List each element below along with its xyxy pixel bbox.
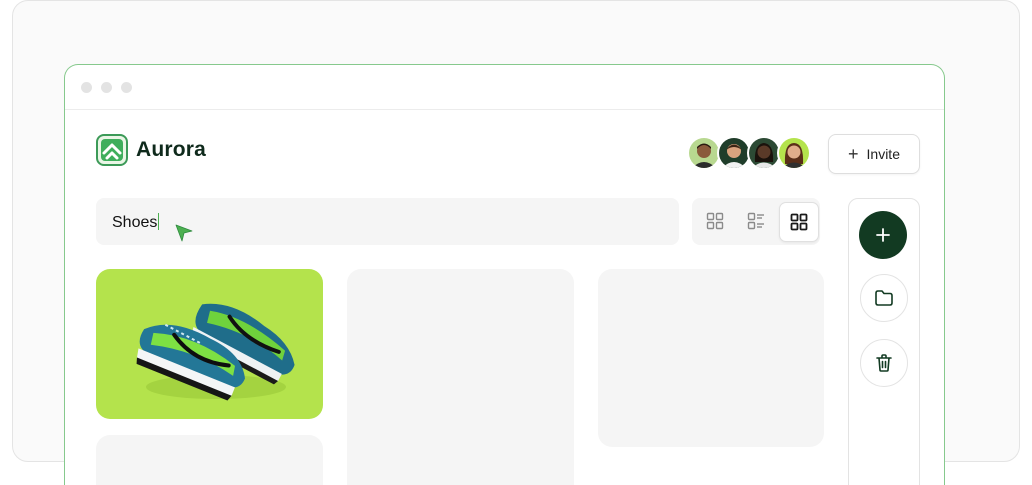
avatar[interactable] — [747, 136, 781, 170]
view-grid-small-button[interactable] — [696, 202, 734, 240]
avatar[interactable] — [777, 136, 811, 170]
placeholder-card[interactable] — [96, 435, 323, 485]
app-name: Aurora — [136, 138, 207, 161]
view-list-button[interactable] — [737, 202, 775, 240]
view-grid-large-button[interactable] — [779, 202, 819, 242]
sneakers-image — [136, 303, 295, 401]
product-card-shoes[interactable] — [96, 269, 323, 419]
folder-button[interactable] — [860, 274, 908, 322]
trash-button[interactable] — [860, 339, 908, 387]
window-dot-minimize[interactable] — [101, 82, 112, 93]
invite-button[interactable]: + Invite — [828, 134, 920, 174]
add-button[interactable] — [859, 211, 907, 259]
plus-icon — [876, 228, 890, 242]
text-caret — [158, 213, 160, 230]
avatar[interactable] — [717, 136, 751, 170]
action-sidebar — [848, 198, 920, 485]
avatar[interactable] — [687, 136, 721, 170]
placeholder-card[interactable] — [347, 269, 574, 485]
grid-small-icon — [706, 212, 724, 230]
view-toggle — [692, 198, 820, 245]
collaborator-avatars[interactable] — [687, 136, 811, 170]
plus-icon: + — [848, 144, 859, 164]
placeholder-card[interactable] — [598, 269, 824, 447]
trash-icon — [876, 354, 892, 372]
aurora-logo-icon — [96, 134, 128, 166]
grid-large-icon — [790, 213, 808, 231]
search-input[interactable]: Shoes — [96, 198, 679, 245]
list-icon — [747, 212, 764, 230]
search-value-text: Shoes — [112, 214, 158, 231]
app-logo[interactable]: Aurora — [96, 134, 206, 166]
invite-label: Invite — [866, 146, 900, 162]
window-dot-maximize[interactable] — [121, 82, 132, 93]
app-window: Aurora + Invite Shoes — [64, 64, 945, 485]
window-dot-close[interactable] — [81, 82, 92, 93]
search-value: Shoes — [112, 213, 160, 232]
window-titlebar — [65, 65, 944, 110]
folder-icon — [875, 290, 893, 306]
cursor-pointer-icon — [175, 224, 193, 242]
